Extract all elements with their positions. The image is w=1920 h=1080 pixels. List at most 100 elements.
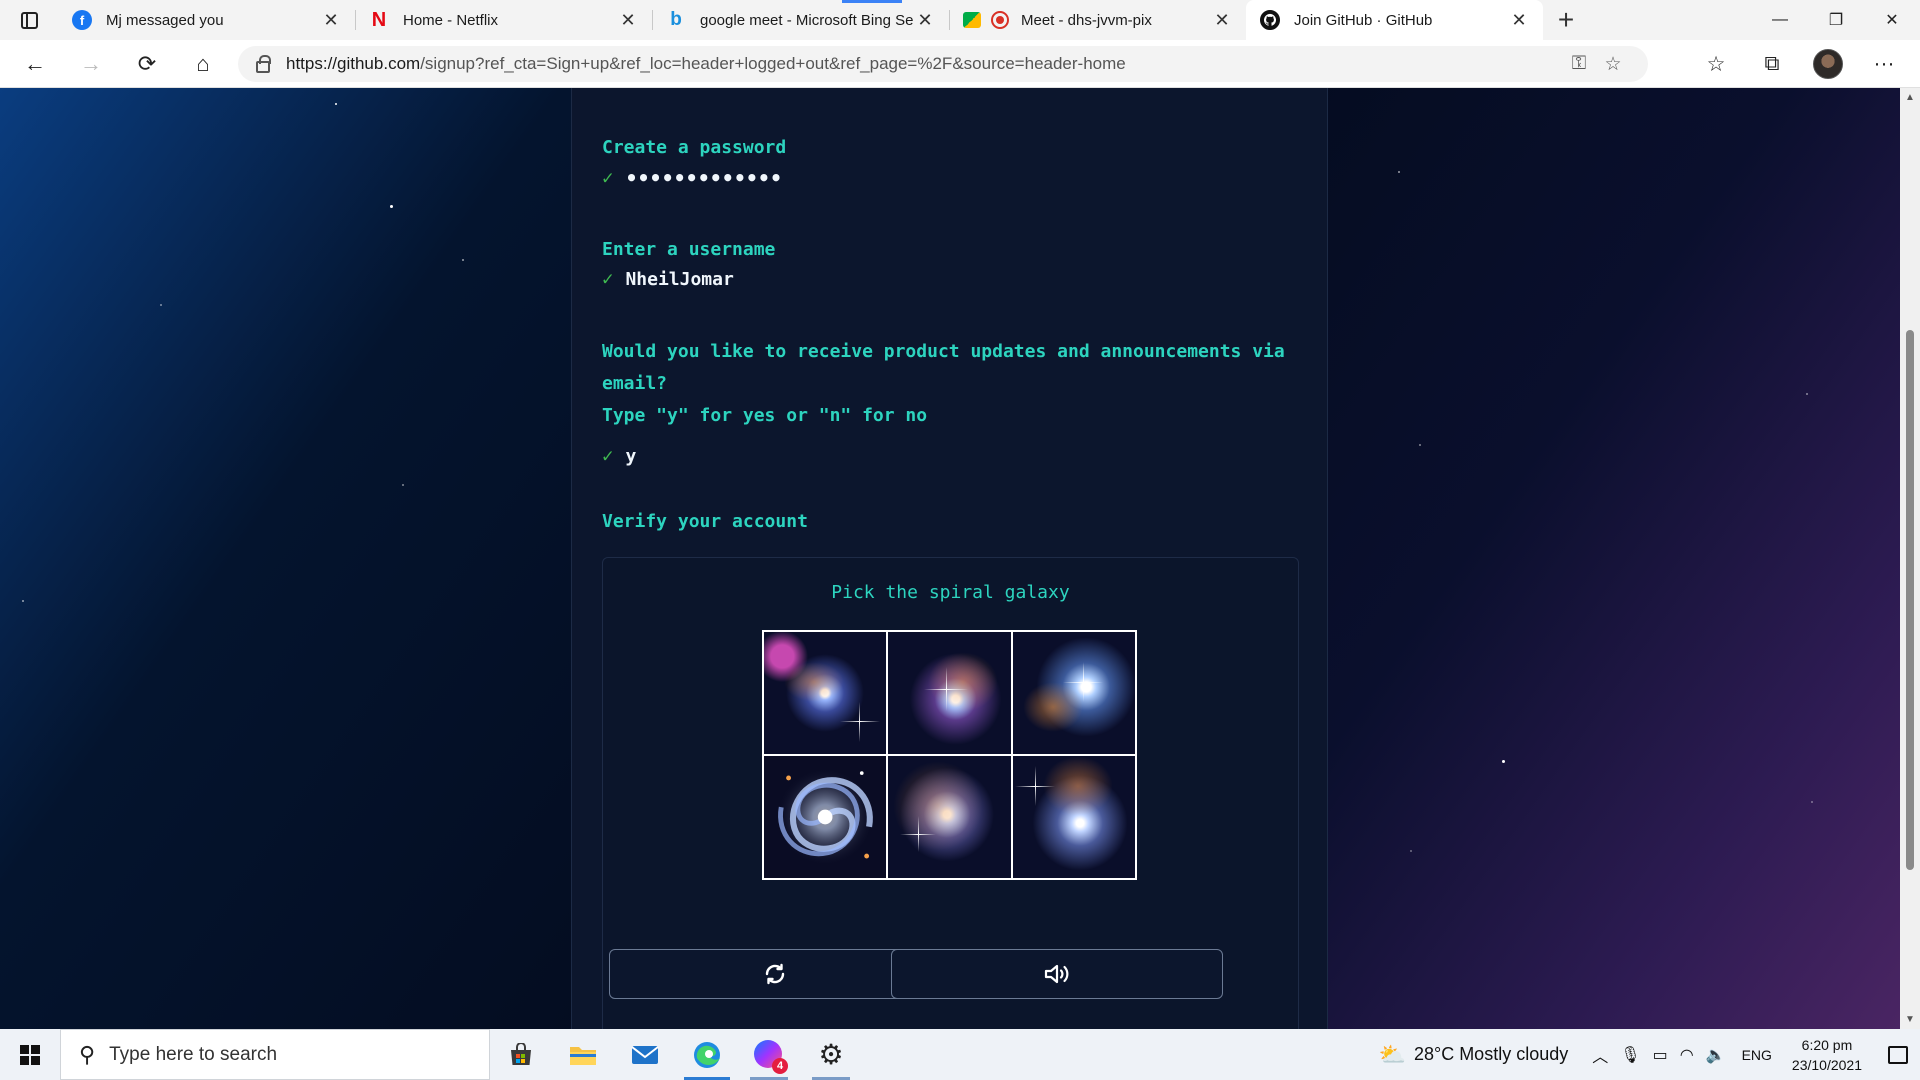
tab-facebook[interactable]: f Mj messaged you ✕	[58, 0, 355, 40]
forward-button[interactable]: →	[66, 44, 116, 84]
google-meet-icon	[963, 12, 981, 28]
close-icon[interactable]: ✕	[618, 10, 638, 31]
lock-icon[interactable]	[256, 54, 271, 73]
back-button[interactable]: ←	[10, 44, 60, 84]
galaxy-option-4[interactable]	[764, 756, 887, 878]
tab-title: google meet - Microsoft Bing Se	[700, 11, 914, 29]
email-preference-field[interactable]: ✓ y	[602, 445, 636, 467]
background-star	[1806, 393, 1808, 395]
tab-title: Mj messaged you	[106, 11, 224, 29]
username-prompt: Enter a username	[602, 239, 776, 260]
github-signup-page: Create a password ✓ ••••••••••••• Enter …	[0, 88, 1900, 1029]
galaxy-option-1[interactable]	[764, 632, 887, 754]
system-tray: ⛅ 28°C Mostly cloudy ︿ 🎙 ▭ ◠ 🔈 ENG 6:20 …	[1379, 1029, 1920, 1080]
weather-widget[interactable]: ⛅ 28°C Mostly cloudy	[1379, 1042, 1569, 1068]
store-icon	[511, 1042, 531, 1065]
refresh-icon	[765, 963, 785, 985]
messenger-icon: 4	[754, 1039, 788, 1074]
search-icon: ⚲	[79, 1041, 96, 1067]
close-icon[interactable]: ✕	[915, 10, 935, 31]
captcha-instruction: Pick the spiral galaxy	[831, 582, 1070, 603]
audio-captcha-button[interactable]	[891, 949, 1223, 999]
tab-github[interactable]: Join GitHub · GitHub ✕	[1246, 0, 1543, 40]
galaxy-option-5[interactable]	[888, 756, 1011, 878]
check-icon: ✓	[602, 268, 614, 290]
clock[interactable]: 6:20 pm 23/10/2021	[1792, 1035, 1862, 1075]
more-menu-icon[interactable]: ···	[1856, 44, 1912, 84]
background-star	[1502, 760, 1505, 763]
reload-button[interactable]: ⟳	[122, 44, 172, 84]
windows-icon	[20, 1044, 40, 1065]
address-bar[interactable]: https://github.com/signup?ref_cta=Sign+u…	[238, 46, 1648, 82]
background-star	[1410, 850, 1412, 852]
close-window-button[interactable]: ✕	[1864, 0, 1920, 40]
restore-button[interactable]: ❐	[1808, 0, 1864, 40]
file-explorer-app[interactable]	[552, 1029, 614, 1080]
weather-text: 28°C Mostly cloudy	[1413, 1044, 1569, 1064]
nebula-cloud	[928, 652, 999, 712]
nebula-cloud	[893, 761, 984, 851]
galaxy-option-6[interactable]	[1012, 756, 1135, 878]
star-flare	[859, 702, 860, 742]
mail-app[interactable]	[614, 1029, 676, 1080]
close-icon[interactable]: ✕	[1212, 10, 1232, 31]
toolbar-right: ☆ ⧉ ···	[1688, 44, 1912, 84]
close-icon[interactable]: ✕	[321, 10, 341, 31]
recording-icon	[991, 11, 1009, 29]
galaxy-option-2[interactable]	[888, 632, 1011, 754]
spiral-galaxy-image	[776, 768, 874, 866]
email-prompt-line-1: Would you like to receive product update…	[602, 341, 1285, 362]
background-star	[1419, 444, 1421, 446]
start-button[interactable]	[0, 1029, 60, 1080]
scroll-down-icon[interactable]: ▼	[1905, 1014, 1915, 1025]
gear-icon: ⚙	[818, 1039, 844, 1070]
add-favorite-icon[interactable]: ☆	[1596, 49, 1630, 79]
notification-icon	[1888, 1045, 1908, 1064]
edge-app[interactable]	[676, 1029, 738, 1080]
password-field[interactable]: ✓ •••••••••••••	[602, 166, 782, 190]
wifi-icon[interactable]: ◠	[1680, 1045, 1694, 1065]
chevron-up-icon[interactable]: ︿	[1592, 1043, 1608, 1067]
tab-bing[interactable]: b google meet - Microsoft Bing Se ✕	[652, 0, 949, 40]
bing-icon: b	[670, 9, 682, 30]
minimize-button[interactable]: —	[1752, 0, 1808, 40]
favorites-icon[interactable]: ☆	[1688, 44, 1744, 84]
close-icon[interactable]: ✕	[1509, 10, 1529, 31]
windows-taskbar: ⚲ Type here to search 4 ⚙ ⛅ 28°C Mostly …	[0, 1029, 1920, 1080]
tab-title: Join GitHub · GitHub	[1294, 11, 1433, 29]
verify-prompt: Verify your account	[602, 511, 808, 532]
collections-icon[interactable]: ⧉	[1744, 44, 1800, 84]
scrollbar-thumb[interactable]	[1906, 330, 1914, 870]
settings-app[interactable]: ⚙	[800, 1029, 862, 1080]
scroll-up-icon[interactable]: ▲	[1905, 92, 1915, 103]
background-star	[335, 103, 337, 105]
tab-actions-button[interactable]	[0, 0, 58, 40]
captcha-box: Pick the spiral galaxy	[602, 557, 1299, 1029]
background-star	[1811, 801, 1813, 803]
microphone-icon[interactable]: 🎙	[1620, 1045, 1640, 1065]
edge-icon	[694, 1041, 720, 1068]
notification-center-button[interactable]	[1876, 1029, 1920, 1080]
home-button[interactable]: ⌂	[178, 44, 228, 84]
facebook-icon: f	[72, 10, 92, 30]
key-icon[interactable]: ⚿	[1562, 49, 1596, 79]
battery-icon[interactable]: ▭	[1653, 1045, 1668, 1065]
galaxy-option-3[interactable]	[1012, 632, 1135, 754]
page-scrollbar[interactable]: ▲ ▼	[1900, 88, 1920, 1029]
tab-google-meet[interactable]: Meet - dhs-jvvm-pix ✕	[949, 0, 1246, 40]
url-text[interactable]: https://github.com/signup?ref_cta=Sign+u…	[286, 54, 1562, 74]
new-tab-button[interactable]: +	[1543, 0, 1589, 40]
messenger-app[interactable]: 4	[738, 1029, 800, 1080]
store-app[interactable]	[490, 1029, 552, 1080]
netflix-icon: N	[371, 8, 387, 31]
search-placeholder: Type here to search	[109, 1043, 278, 1065]
taskbar-search[interactable]: ⚲ Type here to search	[60, 1029, 490, 1080]
cloudy-weather-icon: ⛅	[1378, 1041, 1406, 1067]
volume-icon[interactable]: 🔈	[1706, 1045, 1726, 1065]
profile-button[interactable]	[1800, 44, 1856, 84]
language-indicator[interactable]: ENG	[1742, 1047, 1772, 1063]
email-prompt-line-2: email?	[602, 373, 668, 394]
username-field[interactable]: ✓ NheilJomar	[602, 268, 734, 290]
tab-netflix[interactable]: N Home - Netflix ✕	[355, 0, 652, 40]
clock-date: 23/10/2021	[1791, 1056, 1862, 1073]
